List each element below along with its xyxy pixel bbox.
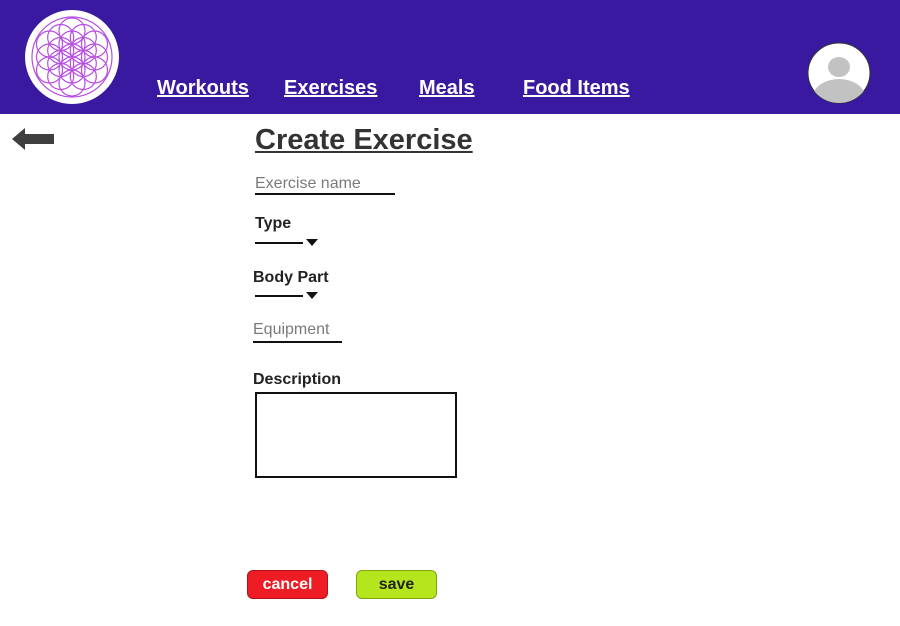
body-part-select-line: [255, 295, 303, 297]
equipment-input[interactable]: [253, 319, 342, 343]
nav-link-workouts[interactable]: Workouts: [157, 77, 249, 100]
chevron-down-icon: [306, 292, 318, 299]
type-label: Type: [255, 215, 292, 232]
chevron-down-icon: [306, 239, 318, 246]
type-select[interactable]: [255, 237, 319, 249]
save-button[interactable]: save: [356, 570, 437, 599]
description-label: Description: [253, 371, 342, 388]
user-avatar-icon[interactable]: [807, 42, 871, 104]
page-title: Create Exercise: [255, 124, 473, 156]
type-select-line: [255, 242, 303, 244]
flower-of-life-icon[interactable]: [24, 9, 120, 105]
description-textarea[interactable]: [255, 392, 457, 478]
nav-link-food-items[interactable]: Food Items: [523, 77, 630, 100]
nav-link-meals[interactable]: Meals: [419, 77, 475, 100]
top-nav-bar: Workouts Exercises Meals Food Items: [0, 0, 900, 114]
nav-link-exercises[interactable]: Exercises: [284, 77, 377, 100]
exercise-name-input[interactable]: [255, 175, 395, 195]
body-part-select[interactable]: [255, 290, 319, 302]
back-arrow-icon[interactable]: [12, 128, 54, 150]
cancel-button[interactable]: cancel: [247, 570, 328, 599]
body-part-label: Body Part: [253, 269, 329, 286]
